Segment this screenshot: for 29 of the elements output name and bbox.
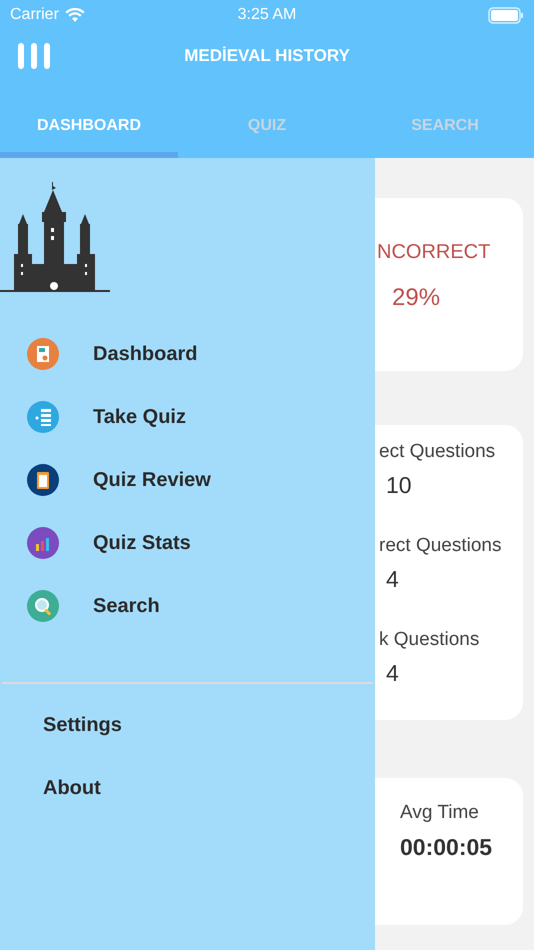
- menu-item[interactable]: Quiz Review: [27, 460, 375, 500]
- stat-label: Avg Time: [400, 802, 479, 824]
- stat-label: k Questions: [379, 629, 480, 651]
- review-icon: [27, 464, 59, 496]
- stat-value: 4: [385, 660, 399, 687]
- menu-link[interactable]: Settings: [43, 714, 122, 737]
- stat-label: ect Questions: [379, 441, 496, 463]
- clock-time: 3:25 AM: [238, 6, 296, 24]
- menu-icon: [18, 43, 50, 69]
- menu-item[interactable]: Quiz Stats: [27, 523, 375, 563]
- incorrect-label: NCORRECT: [377, 241, 490, 264]
- search-icon: [27, 590, 59, 622]
- menu-button[interactable]: [18, 43, 50, 69]
- quiz-icon: [27, 401, 59, 433]
- battery-icon: [488, 6, 524, 24]
- carrier-label: Carrier: [10, 6, 59, 24]
- dashboard-icon: [27, 338, 59, 370]
- stat-label: rect Questions: [379, 535, 502, 557]
- menu-link[interactable]: About: [43, 777, 101, 800]
- app-title: MEDİEVAL HISTORY: [184, 46, 350, 66]
- menu-item[interactable]: Search: [27, 586, 375, 626]
- incorrect-value: 29%: [391, 284, 440, 312]
- wifi-icon: [64, 8, 85, 22]
- stats-icon: [27, 527, 59, 559]
- stat-value: 00:00:05: [400, 834, 492, 861]
- menu-item[interactable]: Dashboard: [27, 334, 375, 374]
- stat-value: 4: [385, 566, 399, 593]
- stat-value: 10: [385, 472, 412, 499]
- menu-item[interactable]: Take Quiz: [27, 397, 375, 437]
